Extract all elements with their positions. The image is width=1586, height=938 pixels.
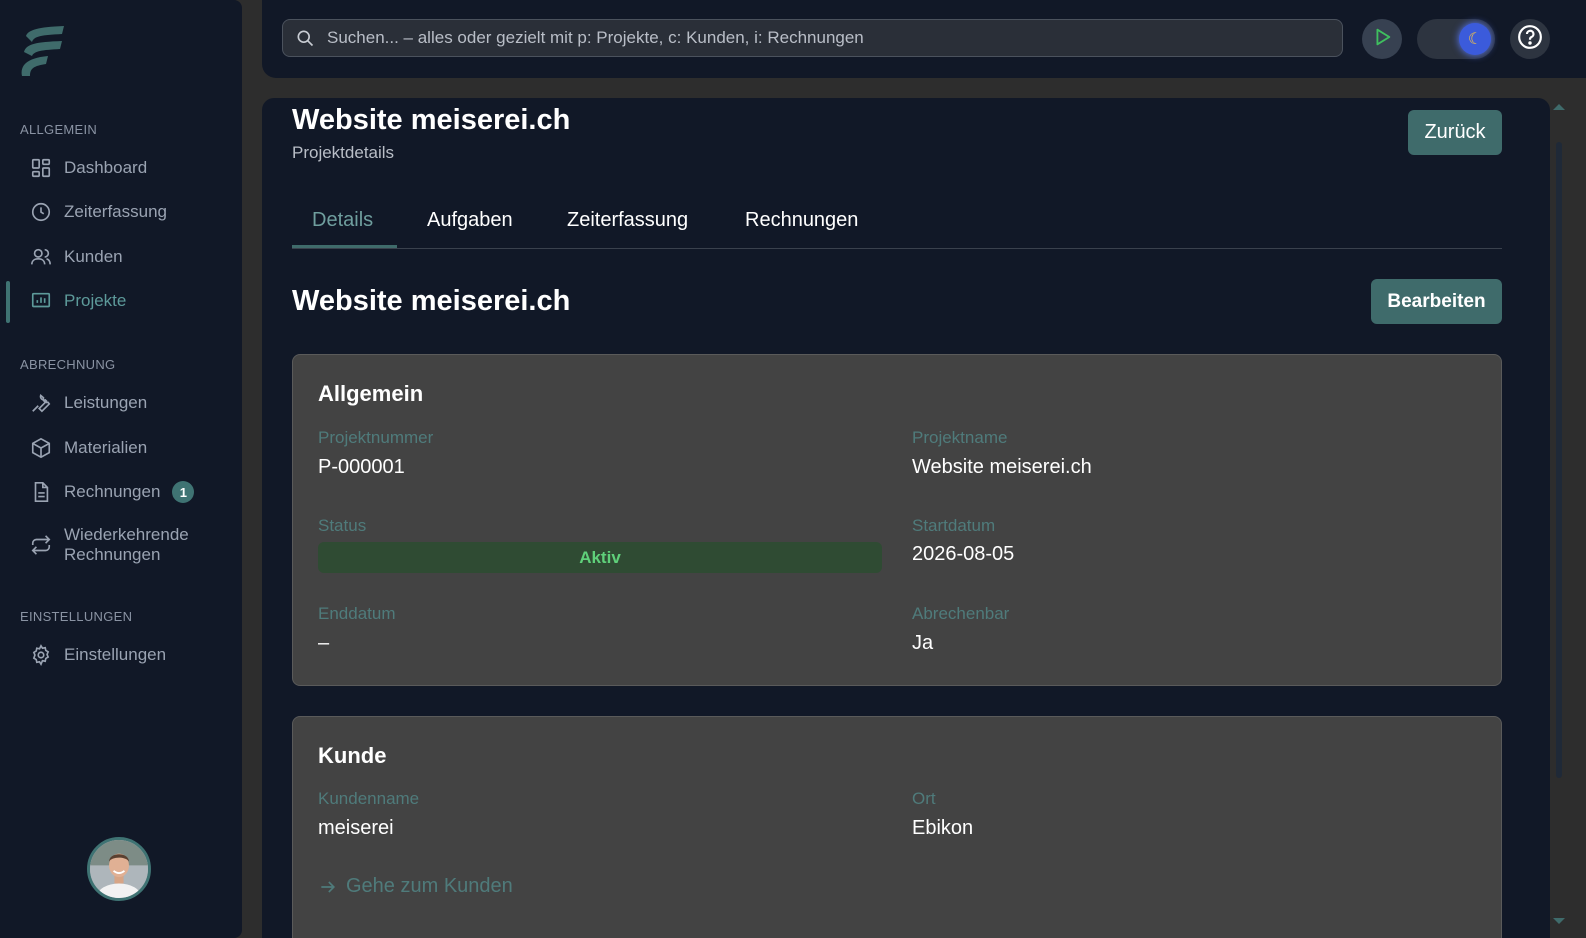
label-line-1: Wiederkehrende xyxy=(64,525,189,544)
project-number-value: P-000001 xyxy=(318,456,405,478)
card-title: Kunde xyxy=(318,743,387,768)
link-label: Gehe zum Kunden xyxy=(346,875,513,897)
gear-icon xyxy=(30,644,52,666)
section-title-abrechnung: ABRECHNUNG xyxy=(20,357,116,372)
help-icon xyxy=(1517,24,1543,55)
sidebar-item-label: Rechnungen xyxy=(64,482,161,501)
main-content: Website meiserei.ch Projektdetails Zurüc… xyxy=(262,98,1550,938)
section-title-allgemein: ALLGEMEIN xyxy=(20,122,98,137)
sidebar-item-label: Kunden xyxy=(64,247,123,266)
search-icon xyxy=(295,28,315,48)
tab-aufgaben[interactable]: Aufgaben xyxy=(427,209,513,232)
billable-value: Ja xyxy=(912,632,934,654)
sidebar-item-label: Einstellungen xyxy=(64,645,167,664)
back-button[interactable]: Zurück xyxy=(1408,110,1502,155)
presentation-chart-icon xyxy=(30,290,52,312)
customer-name-value: meiserei xyxy=(318,817,394,839)
start-date-label: Startdatum xyxy=(912,516,996,535)
active-tab-underline xyxy=(292,245,397,248)
arrow-right-icon xyxy=(321,880,336,893)
scroll-up-arrow-icon[interactable] xyxy=(1553,104,1565,110)
play-icon xyxy=(1371,26,1393,53)
go-to-customer-link[interactable]: Gehe zum Kunden xyxy=(318,875,513,898)
scroll-down-arrow-icon[interactable] xyxy=(1553,918,1565,924)
sidebar-item-materialien[interactable]: Materialien xyxy=(30,437,147,459)
section-title: Website meiserei.ch xyxy=(292,285,571,317)
page-title: Website meiserei.ch xyxy=(292,104,571,136)
notification-badge: 1 xyxy=(172,481,195,503)
tab-details[interactable]: Details xyxy=(312,209,373,232)
repeat-icon xyxy=(30,534,52,556)
city-label: Ort xyxy=(912,789,936,808)
sidebar-item-label: Zeiterfassung xyxy=(64,202,167,221)
theme-toggle[interactable]: ☾ xyxy=(1417,19,1495,59)
sidebar-item-projekte[interactable]: Projekte xyxy=(30,290,126,312)
global-search[interactable] xyxy=(282,19,1343,57)
project-number-label: Projektnummer xyxy=(318,428,434,447)
customer-name-label: Kundenname xyxy=(318,789,420,808)
tab-rechnungen[interactable]: Rechnungen xyxy=(745,209,858,232)
page-subtitle: Projektdetails xyxy=(292,143,395,162)
project-tabs: Details Aufgaben Zeiterfassung Rechnunge… xyxy=(292,203,1502,249)
search-input[interactable] xyxy=(327,28,1287,48)
topbar: ☾ xyxy=(262,0,1586,78)
page-scrollbar[interactable] xyxy=(1552,98,1566,938)
status-badge: Aktiv xyxy=(318,542,882,573)
sidebar: ALLGEMEIN Dashboard Zeiterfassung Kunden… xyxy=(0,0,242,938)
moon-icon: ☾ xyxy=(1459,23,1491,55)
sidebar-item-rechnungen[interactable]: Rechnungen 1 xyxy=(30,481,195,503)
sidebar-item-label: Materialien xyxy=(64,438,148,457)
sidebar-item-zeiterfassung[interactable]: Zeiterfassung xyxy=(30,201,167,223)
app-logo[interactable] xyxy=(18,22,70,80)
start-timer-button[interactable] xyxy=(1362,19,1402,59)
sidebar-item-leistungen[interactable]: Leistungen xyxy=(30,392,147,414)
sidebar-item-kunden[interactable]: Kunden xyxy=(30,246,123,268)
user-avatar[interactable] xyxy=(87,837,151,901)
sidebar-item-label: Wiederkehrende Rechnungen xyxy=(64,525,189,565)
end-date-label: Enddatum xyxy=(318,604,396,623)
project-name-value: Website meiserei.ch xyxy=(912,456,1092,478)
clock-icon xyxy=(30,201,52,223)
sidebar-item-label: Dashboard xyxy=(64,158,148,177)
label-line-2: Rechnungen xyxy=(64,545,161,564)
edit-button[interactable]: Bearbeiten xyxy=(1371,279,1502,324)
document-icon xyxy=(30,481,52,503)
scroll-thumb[interactable] xyxy=(1556,142,1562,778)
card-title: Allgemein xyxy=(318,381,424,406)
help-button[interactable] xyxy=(1510,19,1550,59)
sidebar-item-einstellungen[interactable]: Einstellungen xyxy=(30,644,166,666)
city-value: Ebikon xyxy=(912,817,974,839)
active-indicator xyxy=(6,281,10,323)
project-name-label: Projektname xyxy=(912,428,1008,447)
users-icon xyxy=(30,246,52,268)
tab-zeiterfassung[interactable]: Zeiterfassung xyxy=(567,209,688,232)
status-label: Status xyxy=(318,516,367,535)
sidebar-item-dashboard[interactable]: Dashboard xyxy=(30,157,147,179)
dashboard-grid-icon xyxy=(30,157,52,179)
general-card: Allgemein Projektnummer P-000001 Projekt… xyxy=(292,354,1502,686)
billable-label: Abrechenbar xyxy=(912,604,1010,623)
sidebar-item-label: Projekte xyxy=(64,291,127,310)
package-icon xyxy=(30,437,52,459)
section-title-einstellungen: EINSTELLUNGEN xyxy=(20,609,133,624)
start-date-value: 2026-08-05 xyxy=(912,543,1015,565)
customer-card: Kunde Kundenname meiserei Ort Ebikon Geh… xyxy=(292,716,1502,938)
sidebar-item-label: Leistungen xyxy=(64,393,148,412)
wrench-icon xyxy=(30,392,52,414)
end-date-value: – xyxy=(318,632,330,654)
sidebar-item-wiederkehrende-rechnungen[interactable]: Wiederkehrende Rechnungen xyxy=(30,525,189,565)
